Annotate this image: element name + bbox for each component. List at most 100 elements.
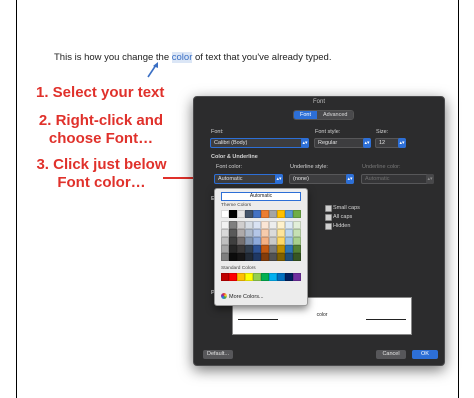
theme-shade-swatch[interactable] (285, 221, 293, 229)
theme-color-swatch[interactable] (253, 210, 261, 218)
theme-shade-swatch[interactable] (221, 237, 229, 245)
more-colors-label: More Colors... (229, 294, 264, 300)
theme-shade-swatch[interactable] (261, 253, 269, 261)
ok-button[interactable]: OK (412, 350, 438, 359)
theme-shade-swatch[interactable] (253, 221, 261, 229)
theme-color-swatch[interactable] (285, 210, 293, 218)
theme-shade-swatch[interactable] (285, 245, 293, 253)
underline-style-stepper-icon[interactable]: ▴▾ (346, 174, 354, 184)
theme-shade-swatch[interactable] (245, 253, 253, 261)
more-colors-button[interactable]: More Colors... (221, 293, 264, 300)
automatic-color-button[interactable]: Automatic (221, 192, 301, 201)
theme-shade-swatch[interactable] (261, 229, 269, 237)
theme-shade-swatch[interactable] (277, 237, 285, 245)
hidden-checkbox[interactable] (325, 223, 332, 230)
theme-shade-swatch[interactable] (245, 229, 253, 237)
step-3-text: 3. Click just below Font color… (36, 156, 167, 191)
theme-shade-swatch[interactable] (277, 221, 285, 229)
theme-shade-swatch[interactable] (229, 253, 237, 261)
theme-shade-swatch[interactable] (229, 221, 237, 229)
tab-advanced[interactable]: Advanced (317, 111, 354, 119)
theme-color-swatch[interactable] (269, 210, 277, 218)
all-caps-checkbox[interactable] (325, 214, 332, 221)
theme-color-swatch[interactable] (237, 210, 245, 218)
standard-color-swatch[interactable] (293, 273, 301, 281)
all-caps-label: All caps (333, 214, 353, 220)
theme-shade-swatch[interactable] (229, 245, 237, 253)
font-name-stepper-icon[interactable]: ▴▾ (301, 138, 309, 148)
preview-baseline-right (366, 319, 406, 320)
size-label: Size: (376, 129, 389, 135)
theme-color-swatch[interactable] (221, 210, 229, 218)
theme-shade-swatch[interactable] (253, 245, 261, 253)
standard-color-swatch[interactable] (261, 273, 269, 281)
theme-shade-swatch[interactable] (293, 237, 301, 245)
theme-shade-swatch[interactable] (221, 229, 229, 237)
cancel-button[interactable]: Cancel (376, 350, 406, 359)
theme-shade-swatch[interactable] (293, 245, 301, 253)
theme-color-swatch[interactable] (229, 210, 237, 218)
theme-shade-swatch[interactable] (293, 221, 301, 229)
standard-color-swatch[interactable] (245, 273, 253, 281)
theme-color-swatch[interactable] (245, 210, 253, 218)
theme-shade-swatch[interactable] (269, 253, 277, 261)
default-button[interactable]: Default... (203, 350, 233, 359)
theme-shade-swatch[interactable] (261, 245, 269, 253)
small-caps-label: Small caps (333, 205, 360, 211)
theme-shade-swatch[interactable] (277, 229, 285, 237)
small-caps-checkbox[interactable] (325, 205, 332, 212)
theme-shade-swatch[interactable] (285, 253, 293, 261)
theme-shade-swatch[interactable] (277, 253, 285, 261)
standard-color-swatch[interactable] (253, 273, 261, 281)
theme-shade-swatch[interactable] (277, 245, 285, 253)
theme-shade-swatch[interactable] (253, 229, 261, 237)
standard-color-swatch[interactable] (285, 273, 293, 281)
standard-color-swatch[interactable] (269, 273, 277, 281)
theme-shade-swatch[interactable] (221, 245, 229, 253)
theme-shade-swatch[interactable] (221, 253, 229, 261)
standard-color-swatch[interactable] (229, 273, 237, 281)
theme-shade-swatch[interactable] (237, 221, 245, 229)
theme-shade-swatch[interactable] (237, 253, 245, 261)
theme-shade-swatch[interactable] (229, 229, 237, 237)
theme-shade-swatch[interactable] (237, 237, 245, 245)
theme-color-swatch[interactable] (277, 210, 285, 218)
theme-shade-swatch[interactable] (269, 245, 277, 253)
font-name-field[interactable]: Calibri (Body) ▴▾ (210, 138, 309, 148)
theme-shade-swatch[interactable] (261, 221, 269, 229)
theme-shade-swatch[interactable] (261, 237, 269, 245)
theme-color-swatch[interactable] (261, 210, 269, 218)
underline-style-dropdown[interactable]: (none) ▴▾ (289, 174, 354, 184)
theme-shade-swatch[interactable] (245, 237, 253, 245)
theme-shade-swatch[interactable] (237, 229, 245, 237)
theme-shade-swatch[interactable] (237, 245, 245, 253)
standard-color-swatch[interactable] (277, 273, 285, 281)
tab-font[interactable]: Font (294, 111, 318, 119)
font-color-dropdown[interactable]: Automatic ▴▾ (214, 174, 283, 184)
font-size-stepper-icon[interactable]: ▴▾ (398, 138, 406, 148)
font-style-field[interactable]: Regular ▴▾ (314, 138, 371, 148)
theme-shade-swatch[interactable] (253, 253, 261, 261)
theme-shade-swatch[interactable] (269, 229, 277, 237)
theme-shade-swatch[interactable] (285, 229, 293, 237)
hidden-label: Hidden (333, 223, 351, 229)
underline-color-value: Automatic (365, 176, 390, 182)
theme-color-swatch[interactable] (293, 210, 301, 218)
theme-shade-swatch[interactable] (293, 253, 301, 261)
theme-shade-swatch[interactable] (293, 229, 301, 237)
theme-shade-swatch[interactable] (245, 221, 253, 229)
standard-color-swatch[interactable] (237, 273, 245, 281)
standard-color-swatch[interactable] (221, 273, 229, 281)
font-style-stepper-icon[interactable]: ▴▾ (363, 138, 371, 148)
theme-shade-swatch[interactable] (229, 237, 237, 245)
theme-shade-swatch[interactable] (253, 237, 261, 245)
theme-shade-swatch[interactable] (221, 221, 229, 229)
font-color-stepper-icon[interactable]: ▴▾ (275, 174, 283, 184)
theme-shade-swatch[interactable] (285, 237, 293, 245)
font-size-field[interactable]: 12 ▴▾ (375, 138, 406, 148)
highlighted-word[interactable]: color (171, 52, 193, 63)
theme-shade-swatch[interactable] (269, 221, 277, 229)
theme-shade-swatch[interactable] (269, 237, 277, 245)
theme-shade-swatch[interactable] (245, 245, 253, 253)
step-1-text: 1. Select your text (36, 84, 165, 101)
